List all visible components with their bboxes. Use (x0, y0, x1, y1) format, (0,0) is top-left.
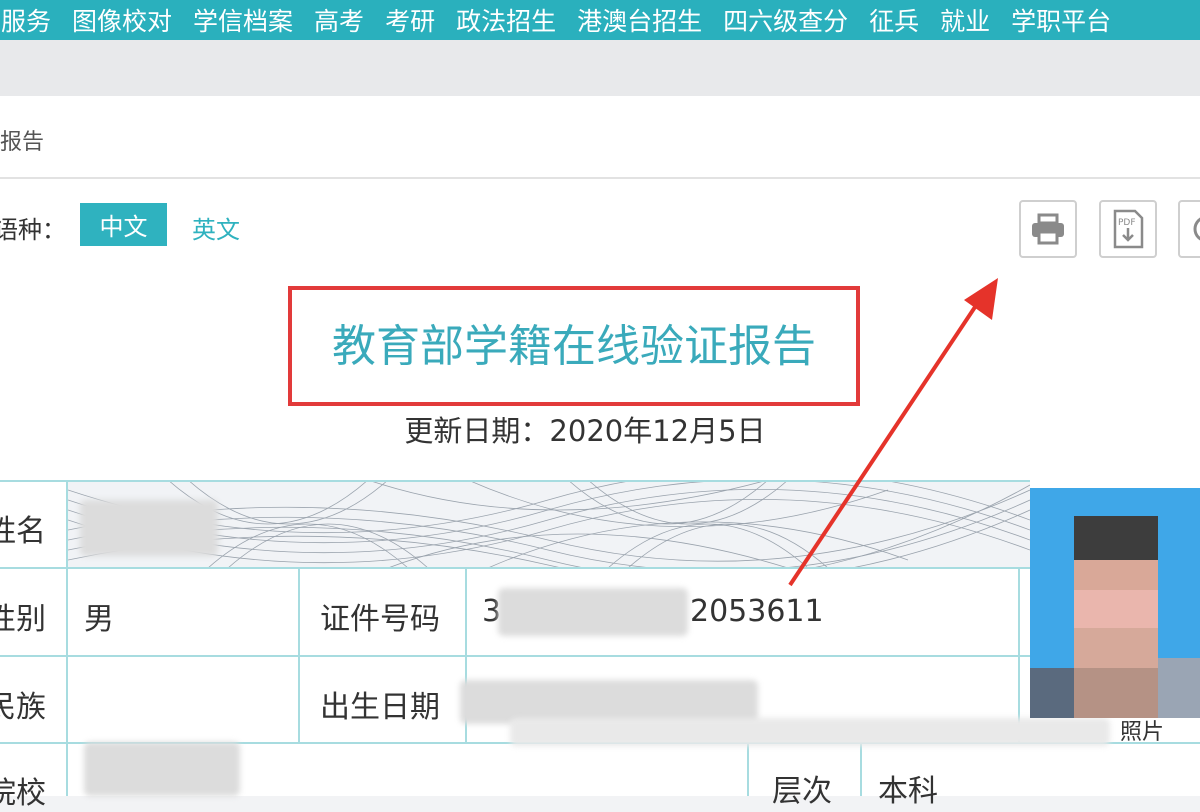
level-value: 本科 (878, 774, 938, 809)
table-border (0, 567, 1030, 569)
nav-item-gaokao[interactable]: 高考 (314, 2, 364, 38)
pdf-download-icon: PDF (1113, 209, 1144, 249)
table-border (747, 742, 749, 796)
nav-item-cet-score[interactable]: 四六级查分 (723, 2, 848, 38)
gender-value: 男 (84, 602, 114, 637)
table-border (860, 742, 862, 796)
gender-label: 性别 (0, 602, 46, 637)
nav-item-career-platform[interactable]: 学职平台 (1011, 2, 1111, 38)
language-label: 语种： (0, 216, 66, 244)
pdf-download-button[interactable]: PDF (1099, 200, 1157, 258)
top-nav: 录服务 图像校对 学信档案 高考 考研 政法招生 港澳台招生 四六级查分 征兵 … (0, 0, 1200, 40)
breadcrumb: 报告 (0, 130, 45, 155)
language-option-english[interactable]: 英文 (192, 210, 240, 245)
nav-item-law-admission[interactable]: 政法招生 (456, 2, 556, 38)
id-number-redacted (498, 588, 688, 636)
id-number-suffix: 2053611 (690, 594, 824, 629)
level-label: 层次 (772, 774, 832, 809)
nav-item-kaoyan[interactable]: 考研 (385, 2, 435, 38)
nav-item-employment[interactable]: 就业 (940, 2, 990, 38)
table-border (298, 567, 300, 743)
student-photo (1030, 488, 1200, 718)
share-icon (1193, 217, 1200, 241)
share-button[interactable] (1178, 200, 1200, 258)
nav-item-archive[interactable]: 学信档案 (193, 2, 293, 38)
ethnicity-label: 民族 (0, 690, 46, 725)
nav-item-image-proof[interactable]: 图像校对 (72, 2, 172, 38)
school-label: 院校 (0, 776, 46, 811)
svg-text:PDF: PDF (1118, 218, 1136, 228)
language-option-chinese[interactable]: 中文 (80, 203, 167, 246)
table-border (1018, 567, 1020, 743)
printer-icon (1032, 213, 1064, 245)
divider (0, 177, 1200, 179)
update-date: 更新日期：2020年12月5日 (404, 414, 766, 448)
nav-item-conscription[interactable]: 征兵 (869, 2, 919, 38)
overlay-redacted (510, 718, 1110, 746)
sub-header-bar (0, 40, 1200, 96)
school-value-redacted (84, 742, 240, 796)
photo-label: 照片 (1120, 720, 1165, 745)
id-number-label: 证件号码 (320, 602, 440, 637)
name-value-redacted (80, 500, 218, 556)
nav-item-hk-macao-tw[interactable]: 港澳台招生 (577, 2, 702, 38)
birth-date-label: 出生日期 (320, 690, 440, 725)
nav-item-service[interactable]: 录服务 (0, 2, 51, 38)
table-border (0, 655, 1030, 657)
table-border (66, 480, 68, 796)
print-button[interactable] (1019, 200, 1077, 258)
table-border (0, 480, 1030, 482)
name-label: 姓名 (0, 514, 46, 549)
report-title: 教育部学籍在线验证报告 (332, 321, 816, 372)
